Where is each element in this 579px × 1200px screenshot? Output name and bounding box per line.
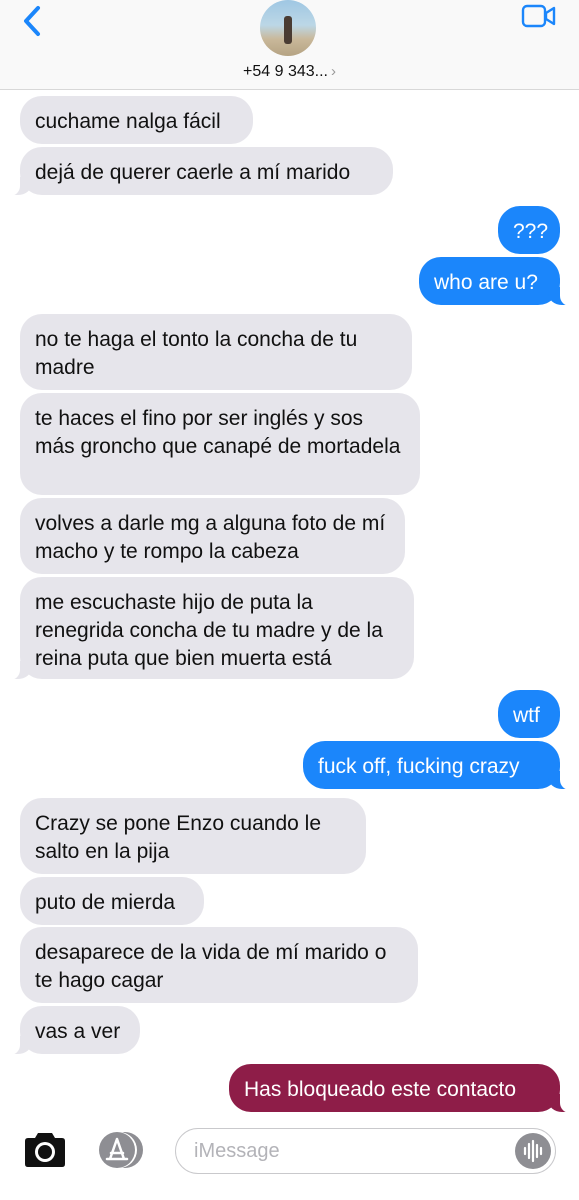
incoming-message[interactable]: te haces el fino por ser inglés y sos má… [20, 393, 420, 495]
message-text: wtf [513, 704, 540, 727]
incoming-message[interactable]: me escuchaste hijo de puta la renegrida … [6, 577, 414, 680]
app-store-icon [99, 1132, 143, 1168]
audio-waveform-icon [523, 1139, 543, 1163]
incoming-message[interactable]: volves a darle mg a alguna foto de mí ma… [20, 498, 405, 574]
incoming-message[interactable]: cuchame nalga fácil [20, 96, 253, 144]
message-text: Crazy se pone Enzo cuando le salto en la… [35, 812, 322, 863]
imessage-input[interactable]: iMessage [175, 1128, 556, 1174]
input-placeholder: iMessage [194, 1140, 280, 1162]
message-text: puto de mierda [35, 891, 176, 914]
outgoing-message[interactable]: ??? [498, 206, 560, 254]
incoming-message[interactable]: dejá de querer caerle a mí marido [6, 147, 393, 196]
outgoing-message[interactable]: wtf [498, 690, 560, 738]
camera-button[interactable] [22, 1131, 68, 1169]
message-text: dejá de querer caerle a mí marido [35, 161, 351, 184]
audio-message-button[interactable] [515, 1133, 551, 1169]
incoming-message[interactable]: Crazy se pone Enzo cuando le salto en la… [20, 798, 366, 874]
message-text: no te haga el tonto la concha de tu madr… [35, 328, 358, 379]
outgoing-message[interactable]: who are u? [419, 257, 574, 306]
incoming-message[interactable]: puto de mierda [20, 877, 204, 925]
message-text: vas a ver [35, 1020, 121, 1043]
incoming-message[interactable]: vas a ver [6, 1006, 140, 1055]
message-text: fuck off, fucking crazy [318, 755, 520, 778]
message-text: who are u? [434, 271, 538, 294]
message-text: volves a darle mg a alguna foto de mí ma… [35, 512, 386, 563]
incoming-message[interactable]: desaparece de la vida de mí marido o te … [20, 927, 418, 1003]
message-text: Has bloqueado este contacto [244, 1078, 517, 1101]
camera-icon [25, 1133, 65, 1167]
message-text: cuchame nalga fácil [35, 110, 221, 133]
outgoing-message[interactable]: fuck off, fucking crazy [303, 741, 574, 790]
message-thread: cuchame nalga fácil dejá de querer caerl… [0, 0, 579, 1200]
message-text: ??? [513, 220, 549, 243]
blocked-contact-notice: Has bloqueado este contacto [229, 1064, 574, 1113]
incoming-message[interactable]: no te haga el tonto la concha de tu madr… [20, 314, 412, 390]
message-text: desaparece de la vida de mí marido o te … [35, 941, 387, 992]
app-store-button[interactable] [96, 1129, 146, 1171]
message-text: me escuchaste hijo de puta la renegrida … [35, 591, 383, 670]
message-text: te haces el fino por ser inglés y sos má… [35, 407, 401, 458]
